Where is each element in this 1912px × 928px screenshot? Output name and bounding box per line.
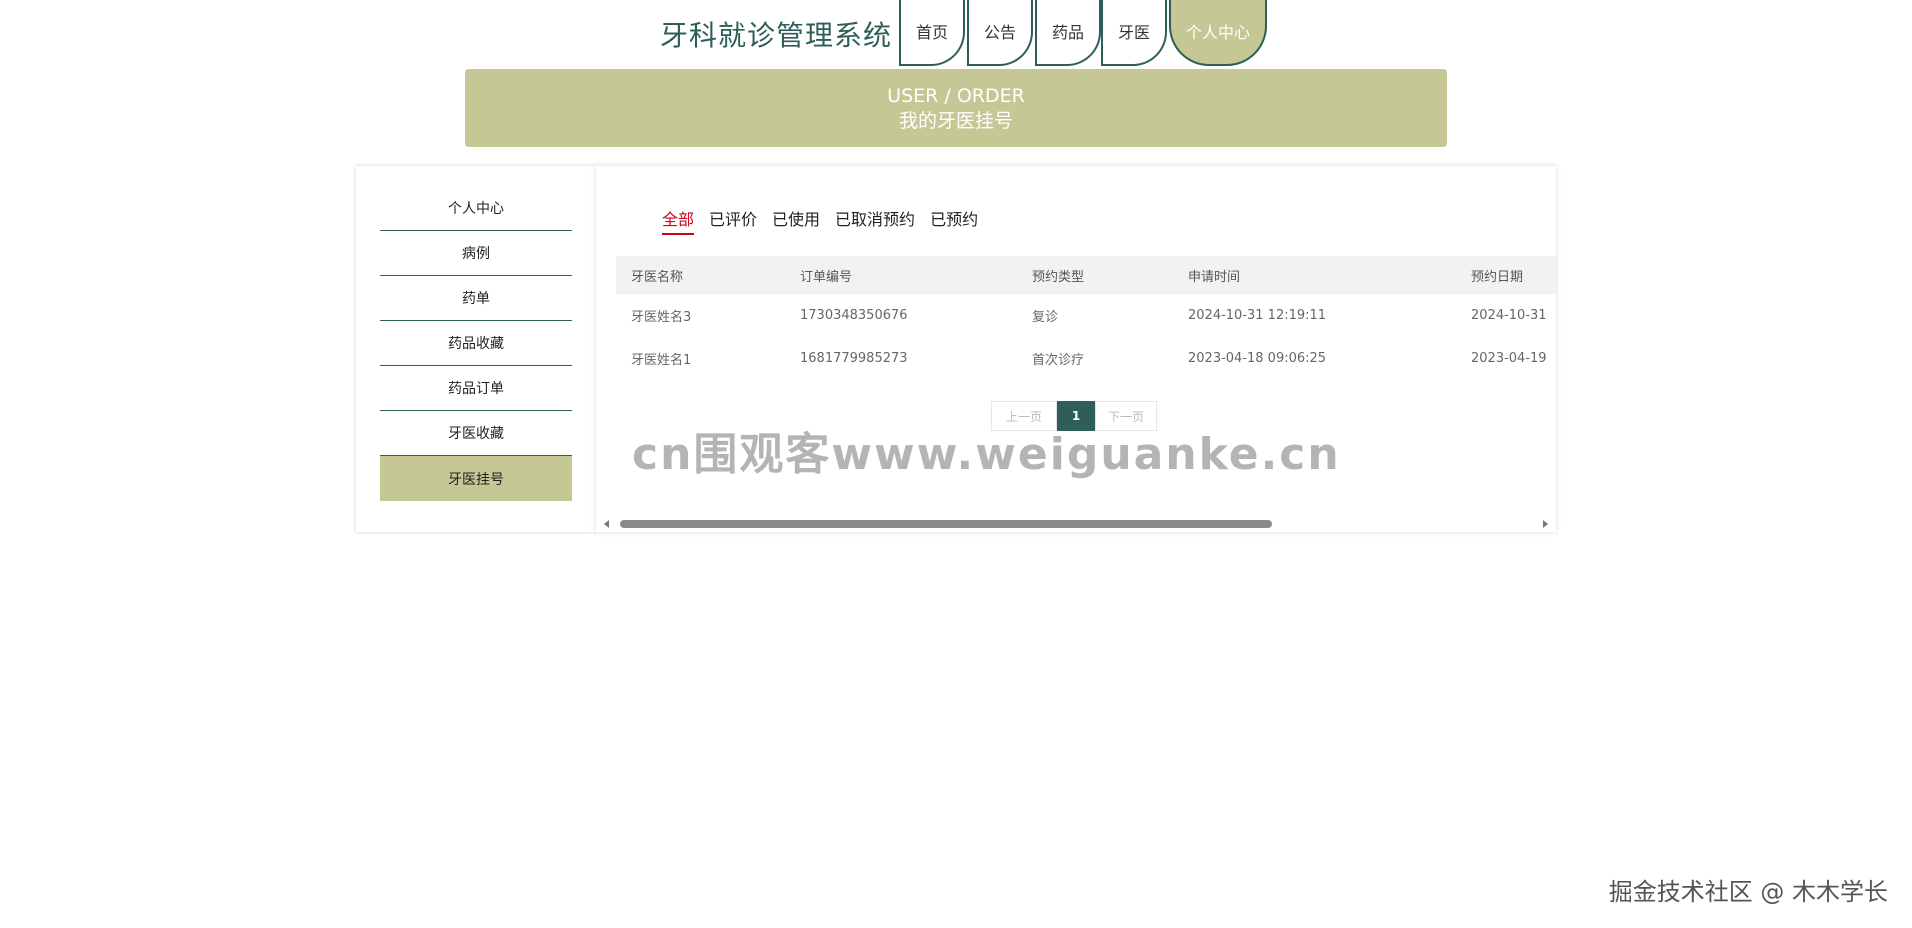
sidebar-item-label: 牙医挂号 xyxy=(448,471,504,488)
sidebar-item-medicine-favorites[interactable]: 药品收藏 xyxy=(380,321,572,366)
table-cell: 牙医姓名1 xyxy=(631,353,692,368)
nav-dentist[interactable]: 牙医 xyxy=(1101,0,1167,66)
banner-title: 我的牙医挂号 xyxy=(898,110,1013,132)
nav-medicine[interactable]: 药品 xyxy=(1035,0,1101,66)
sidebar-list: 个人中心 病例 药单 药品收藏 药品订单 牙医收藏 牙医挂号 xyxy=(380,186,572,501)
sidebar-item-label: 药单 xyxy=(462,291,490,307)
banner-subtitle: USER / ORDER xyxy=(887,85,1025,107)
sidebar-item-label: 药品收藏 xyxy=(448,336,504,352)
table-cell: 牙医姓名3 xyxy=(631,310,692,325)
table-cell: 首次诊疗 xyxy=(1032,353,1085,368)
column-header: 牙医名称 xyxy=(631,269,684,285)
column-header: 申请时间 xyxy=(1188,269,1241,285)
sidebar-item-dentist-favorites[interactable]: 牙医收藏 xyxy=(380,411,572,456)
table-cell: 2023-04-19 xyxy=(1471,351,1547,366)
scrollbar-thumb[interactable] xyxy=(620,520,1272,528)
nav-home-label: 首页 xyxy=(915,23,948,42)
sidebar-item-prescriptions[interactable]: 药单 xyxy=(380,276,572,321)
tab-booked[interactable]: 已预约 xyxy=(930,206,978,235)
scroll-left-arrow-icon[interactable] xyxy=(604,520,609,528)
sidebar-item-label: 病例 xyxy=(462,246,490,262)
horizontal-scrollbar[interactable] xyxy=(600,518,1552,530)
sidebar-item-personal-center[interactable]: 个人中心 xyxy=(380,186,572,231)
orders-table: 牙医名称 订单编号 预约类型 申请时间 预约日期 牙医姓名3 173034835… xyxy=(616,256,1556,380)
table-row[interactable]: 牙医姓名1 1681779985273 首次诊疗 2023-04-18 09:0… xyxy=(616,337,1556,380)
table-header: 牙医名称 订单编号 预约类型 申请时间 预约日期 xyxy=(616,256,1556,294)
sidebar-item-label: 牙医收藏 xyxy=(448,426,504,442)
column-header: 预约日期 xyxy=(1471,269,1524,285)
site-title: 牙科就诊管理系统 xyxy=(660,19,893,52)
nav-personal-center[interactable]: 个人中心 xyxy=(1169,0,1267,66)
nav-dentist-label: 牙医 xyxy=(1117,23,1150,42)
table-cell: 2024-10-31 xyxy=(1471,308,1547,323)
tab-reviewed[interactable]: 已评价 xyxy=(709,206,757,235)
page-banner: USER / ORDER 我的牙医挂号 xyxy=(465,69,1447,147)
sidebar-item-cases[interactable]: 病例 xyxy=(380,231,572,276)
credit-watermark: 掘金技术社区 @ 木木学长 xyxy=(1608,878,1888,906)
table-cell: 2024-10-31 12:19:11 xyxy=(1188,308,1327,323)
site-watermark: cn围观客www.weiguanke.cn xyxy=(632,429,1341,480)
table-cell: 1730348350676 xyxy=(800,308,908,323)
table-cell: 1681779985273 xyxy=(800,351,908,366)
scroll-right-arrow-icon[interactable] xyxy=(1543,520,1548,528)
tab-used[interactable]: 已使用 xyxy=(772,206,820,235)
tab-all[interactable]: 全部 xyxy=(662,206,695,235)
sidebar-item-label: 个人中心 xyxy=(448,201,504,217)
sidebar: 个人中心 病例 药单 药品收藏 药品订单 牙医收藏 牙医挂号 xyxy=(356,166,596,532)
table-cell: 2023-04-18 09:06:25 xyxy=(1188,351,1327,366)
nav-medicine-label: 药品 xyxy=(1051,23,1084,42)
sidebar-item-dentist-registration[interactable]: 牙医挂号 xyxy=(380,456,572,501)
nav-notice-label: 公告 xyxy=(983,23,1016,42)
nav-notice[interactable]: 公告 xyxy=(967,0,1033,66)
column-header: 预约类型 xyxy=(1032,269,1085,285)
tab-cancelled[interactable]: 已取消预约 xyxy=(835,206,915,235)
table-cell: 复诊 xyxy=(1032,310,1059,325)
table-row[interactable]: 牙医姓名3 1730348350676 复诊 2024-10-31 12:19:… xyxy=(616,294,1556,337)
nav-home[interactable]: 首页 xyxy=(899,0,965,66)
sidebar-item-medicine-orders[interactable]: 药品订单 xyxy=(380,366,572,411)
sidebar-item-label: 药品订单 xyxy=(448,381,504,397)
nav-personal-center-label: 个人中心 xyxy=(1185,23,1250,42)
order-status-tabs: 全部 已评价 已使用 已取消预约 已预约 xyxy=(662,206,978,235)
column-header: 订单编号 xyxy=(800,269,853,285)
